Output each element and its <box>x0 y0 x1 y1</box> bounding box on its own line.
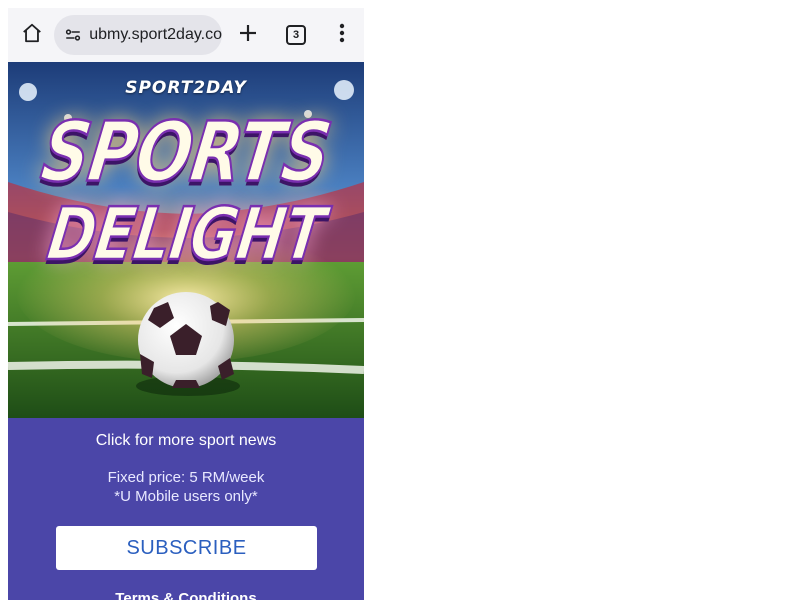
subscription-panel: Click for more sport news Fixed price: 5… <box>8 418 364 600</box>
brand-logo: SPORT2DAY <box>125 78 247 98</box>
url-text: ubmy.sport2day.co <box>89 26 222 43</box>
browser-menu-button[interactable] <box>328 21 356 49</box>
phone-screen: ubmy.sport2day.co 3 SPORT2DAY SPORTS DEL… <box>8 8 364 600</box>
terms-link[interactable]: Terms & Conditions <box>8 590 364 600</box>
new-tab-button[interactable] <box>234 21 262 49</box>
tab-count: 3 <box>286 25 306 45</box>
more-vert-icon <box>339 23 345 48</box>
tune-icon[interactable] <box>62 24 83 46</box>
soccer-ball <box>138 292 234 388</box>
plus-icon <box>238 23 258 48</box>
subscribe-button[interactable]: SUBSCRIBE <box>56 526 317 570</box>
tab-switcher-button[interactable]: 3 <box>282 21 310 49</box>
promo-banner-image[interactable]: SPORT2DAY SPORTS DELIGHT <box>8 62 364 418</box>
price-text: Fixed price: 5 RM/week <box>107 469 265 486</box>
browser-toolbar: ubmy.sport2day.co 3 <box>8 8 364 62</box>
more-news-link[interactable]: Click for more sport news <box>8 432 364 450</box>
address-bar[interactable]: ubmy.sport2day.co <box>54 15 222 55</box>
eligibility-note: *U Mobile users only* <box>114 488 258 505</box>
headline-line-2: DELIGHT <box>41 190 330 277</box>
headline-line-1: SPORTS <box>35 103 337 201</box>
home-button[interactable] <box>18 21 46 49</box>
home-icon <box>21 22 43 49</box>
